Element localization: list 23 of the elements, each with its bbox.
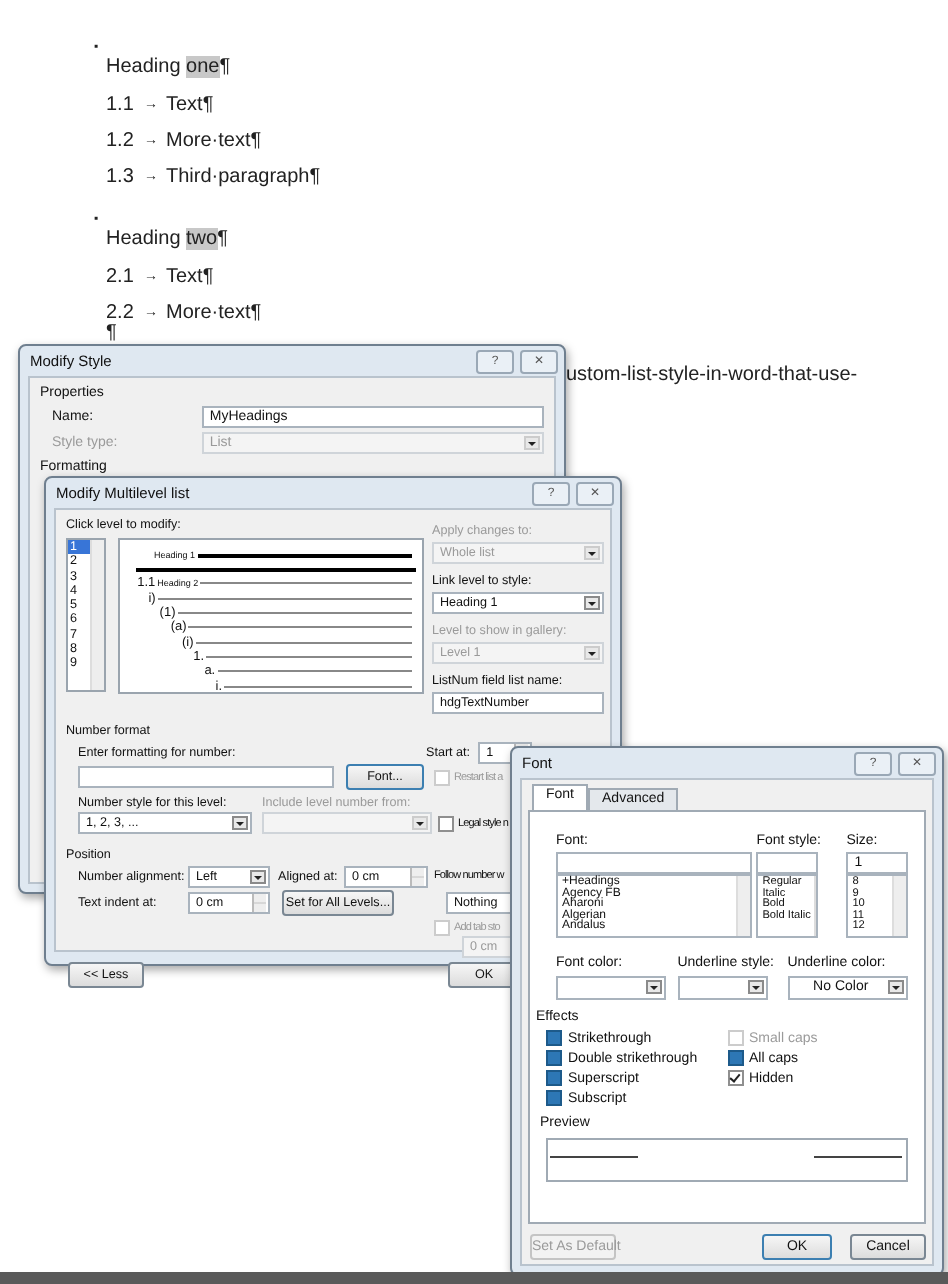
list-number: 2.2: [106, 300, 136, 324]
scrollbar[interactable]: [814, 876, 817, 936]
paragraph-text: Text¶: [166, 264, 214, 292]
input-field[interactable]: [556, 852, 753, 874]
heading-text: Heading two¶: [106, 228, 228, 250]
paragraph-mark: ¶: [106, 322, 117, 344]
input-field[interactable]: [756, 852, 819, 874]
background-text: ustom-list-style-in-word-that-use-: [566, 364, 858, 386]
paragraph-text: Text¶: [166, 92, 214, 120]
scrollbar[interactable]: [736, 876, 751, 936]
list-number: 1.1: [106, 92, 136, 120]
heading-text: Heading one¶: [106, 56, 231, 78]
paragraph-text: More·text¶: [166, 300, 262, 328]
scrollbar[interactable]: [90, 540, 104, 690]
paragraph-text: More·text¶: [166, 128, 262, 156]
list-number: 1.3: [106, 164, 136, 192]
dropdown[interactable]: [556, 976, 666, 1000]
list-number: 1.2: [106, 128, 136, 156]
list-number: 2.1: [106, 264, 136, 292]
paragraph-text: Third·paragraph¶: [166, 164, 321, 192]
dropdown[interactable]: [677, 976, 768, 1000]
scrollbar[interactable]: [892, 876, 906, 936]
input-field[interactable]: [78, 766, 334, 788]
